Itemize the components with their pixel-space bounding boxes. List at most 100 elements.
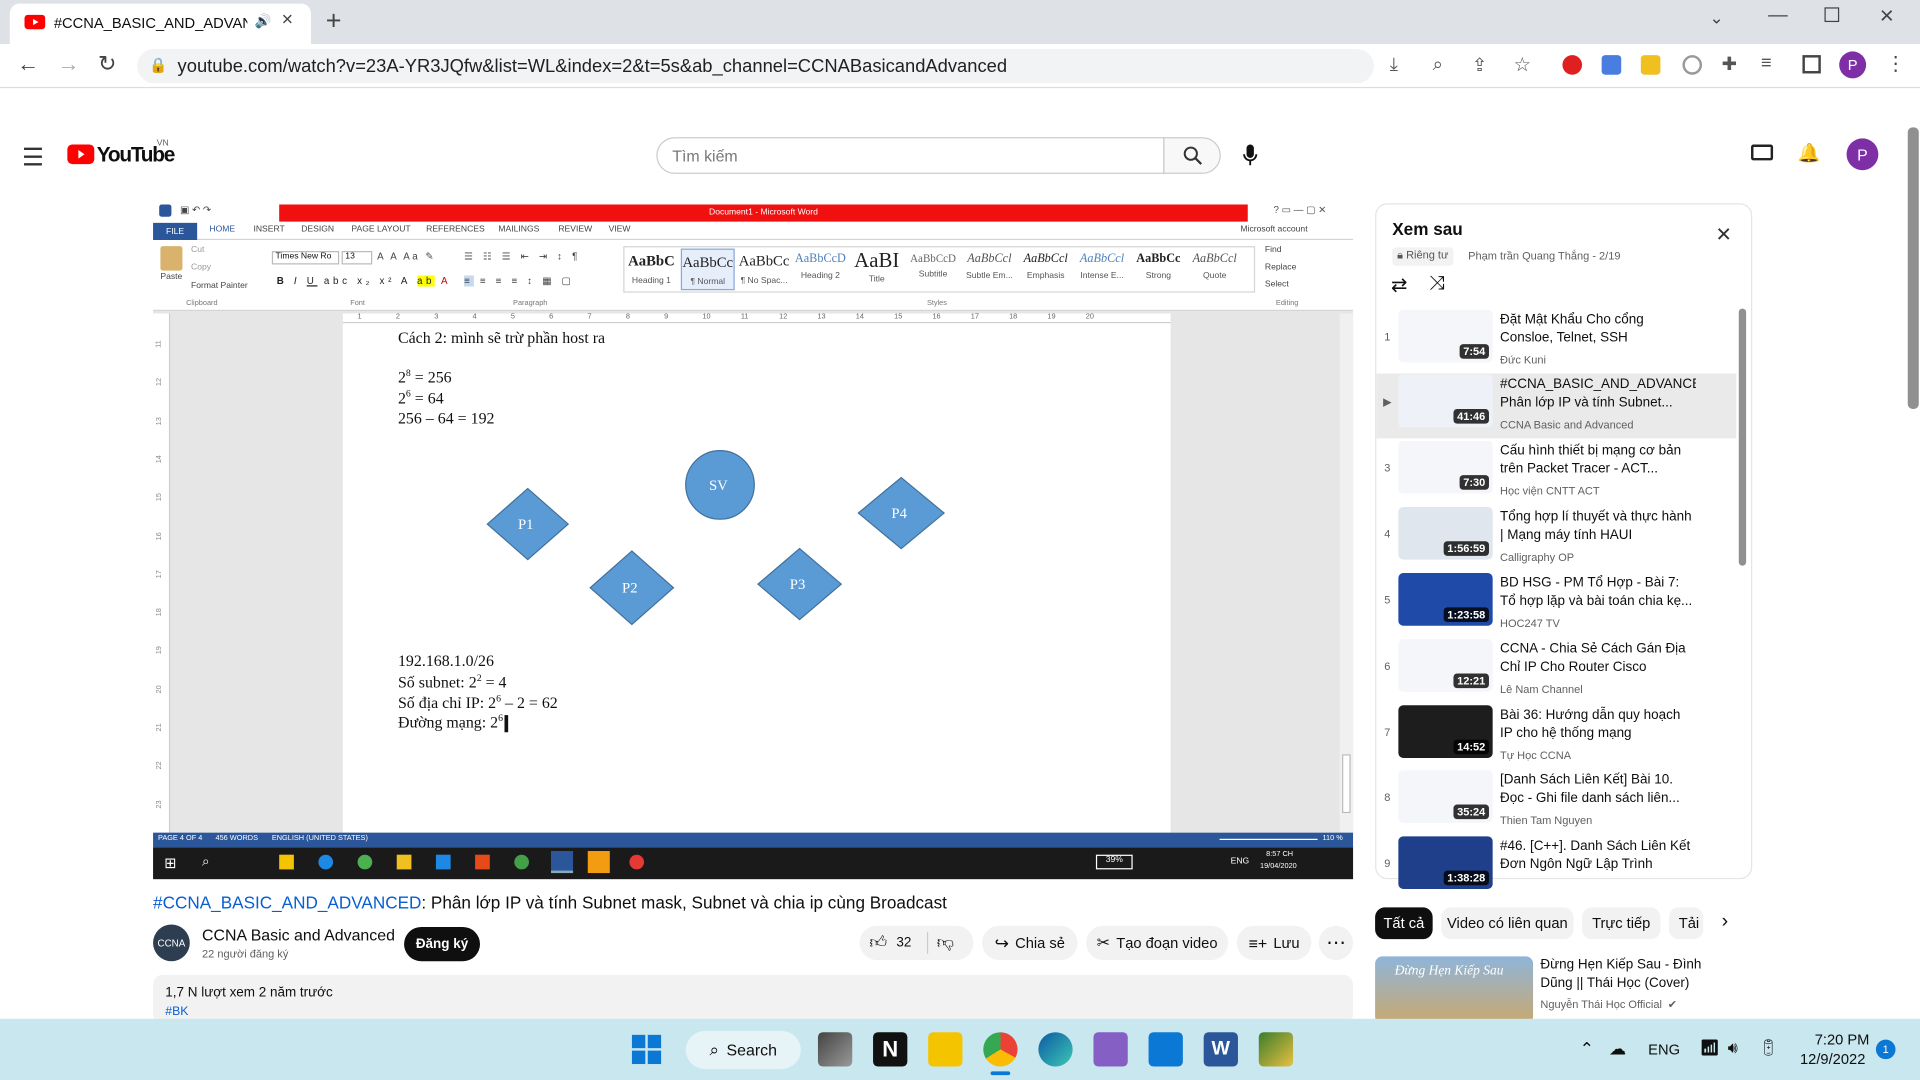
youtube-logo-icon[interactable] — [67, 144, 95, 165]
visual-studio-icon[interactable] — [1093, 1032, 1128, 1067]
playlist-item-title[interactable]: Bài 36: Hướng dẫn quy hoạch IP cho hệ th… — [1500, 707, 1696, 744]
browser-tab[interactable]: #CCNA_BASIC_AND_ADVANC 🔊 × — [9, 3, 312, 45]
taskbar-search[interactable]: ⌕ Search — [685, 1031, 801, 1069]
playlist-item-title[interactable]: [Danh Sách Liên Kết] Bài 10. Đọc - Ghi f… — [1500, 771, 1696, 808]
playlist-item-title[interactable]: #CCNA_BASIC_AND_ADVANCE Phân lớp IP và t… — [1500, 376, 1696, 413]
more-actions-icon[interactable]: ⋯ — [1318, 925, 1354, 961]
playlist-item-title[interactable]: Đặt Mật Khẩu Cho cổng Consloe, Telnet, S… — [1500, 311, 1696, 348]
playlist-item[interactable]: 8 35:24 [Danh Sách Liên Kết] Bài 10. Đọc -… — [1376, 769, 1751, 834]
playlist-item-channel[interactable]: Calligraphy OP — [1500, 551, 1574, 563]
extensions-puzzle-icon[interactable]: ✚ — [1722, 53, 1737, 75]
playlist-item-channel[interactable]: Đức Kuni — [1500, 354, 1546, 366]
page-scrollbar[interactable] — [1907, 127, 1919, 409]
speaker-icon[interactable]: 🔊 — [255, 13, 272, 30]
volume-icon[interactable]: 🔊︎ — [1728, 1038, 1738, 1058]
playlist-item-channel[interactable]: Học viện CNTT ACT — [1500, 485, 1600, 497]
tab-search-icon[interactable]: ⌄ — [1709, 7, 1723, 28]
account-avatar[interactable]: P — [1846, 138, 1879, 171]
forward-icon[interactable]: → — [58, 51, 80, 77]
side-panel-icon[interactable] — [1802, 55, 1821, 74]
browser-menu-icon[interactable]: ⋮ — [1886, 51, 1906, 75]
taskbar-date[interactable]: 12/9/2022 — [1800, 1051, 1865, 1068]
task-view-icon[interactable] — [817, 1032, 853, 1067]
window-close-button[interactable]: × — [1880, 2, 1894, 30]
playlist-item-thumbnail[interactable]: 1:23:58 — [1398, 573, 1493, 626]
tab-close-icon[interactable]: × — [282, 10, 293, 32]
playlist-item-thumbnail[interactable]: 14:52 — [1398, 705, 1493, 758]
subscribe-button[interactable]: Đăng ký — [404, 926, 481, 962]
create-video-icon[interactable] — [1751, 144, 1774, 161]
share-button[interactable]: ↪ Chia sẻ — [982, 925, 1078, 961]
clip-button[interactable]: ✂ Tạo đoạn video — [1086, 925, 1229, 961]
playlist-item-thumbnail[interactable]: 12:21 — [1398, 639, 1493, 692]
reload-icon[interactable]: ↻ — [98, 51, 116, 77]
chrome-icon[interactable] — [983, 1032, 1018, 1067]
pen-extension-icon[interactable] — [1640, 55, 1661, 75]
description-box[interactable]: 1,7 N lượt xem 2 năm trước #BK — [153, 974, 1354, 1024]
loop-icon[interactable]: ⇄ — [1391, 273, 1407, 297]
address-bar[interactable]: 🔒 youtube.com/watch?v=23A-YR3JQfw&list=W… — [137, 48, 1398, 84]
hamburger-menu-icon[interactable]: ☰ — [22, 142, 44, 173]
playlist-item-title[interactable]: Tổng hợp lí thuyết và thực hành | Mạng m… — [1500, 508, 1696, 545]
compass-extension-icon[interactable] — [1682, 55, 1703, 75]
notifications-bell-icon[interactable]: 🔔 — [1798, 142, 1821, 164]
tray-chevron-icon[interactable]: ⌃ — [1580, 1038, 1594, 1059]
playlist-item-thumbnail[interactable]: 7:54 — [1398, 309, 1493, 363]
chip-uploads[interactable]: Tải — [1668, 907, 1704, 940]
playlist-title[interactable]: Xem sau — [1392, 219, 1463, 239]
playlist-item[interactable]: 5 1:23:58 BD HSG - PM Tổ Hợp - Bài 7: Tổ h… — [1376, 572, 1751, 637]
related-title[interactable]: Đừng Hẹn Kiếp Sau - Đình Dũng || Thái Họ… — [1540, 956, 1736, 993]
file-explorer-icon[interactable] — [928, 1032, 963, 1067]
channel-avatar[interactable]: CCNA — [153, 924, 190, 962]
playlist-item-thumbnail[interactable]: 1:56:59 — [1398, 506, 1493, 560]
channel-name[interactable]: CCNA Basic and Advanced — [202, 926, 395, 944]
chip-all[interactable]: Tất cả — [1375, 907, 1433, 940]
bookmark-star-icon[interactable]: ☆ — [1513, 53, 1531, 77]
search-button[interactable] — [1163, 137, 1221, 174]
taskbar-lang[interactable]: ENG — [1648, 1041, 1680, 1058]
chip-related[interactable]: Video có liên quan — [1441, 907, 1574, 940]
playlist-item-title[interactable]: CCNA - Chia Sẻ Cách Gán Địa Chỉ IP Cho R… — [1500, 640, 1696, 677]
playlist-item[interactable]: 7 14:52 Bài 36: Hướng dẫn quy hoạch IP cho… — [1376, 704, 1751, 769]
like-icon[interactable]: 👍︎ — [869, 932, 887, 953]
battery-icon[interactable]: 🔋︎ — [1758, 1038, 1778, 1058]
playlist-item-thumbnail[interactable]: 7:30 — [1398, 440, 1493, 494]
save-button[interactable]: ≡+ Lưu — [1236, 925, 1312, 961]
chips-next-icon[interactable]: › — [1722, 911, 1729, 933]
playlist-item[interactable]: 6 12:21 CCNA - Chia Sẻ Cách Gán Địa Chỉ IP… — [1376, 638, 1751, 703]
taskbar-time[interactable]: 7:20 PM — [1815, 1031, 1870, 1048]
share-page-icon[interactable]: ⇪ — [1472, 54, 1487, 76]
minimize-button[interactable]: — — [1768, 5, 1788, 27]
notification-badge[interactable]: 1 — [1875, 1039, 1896, 1060]
playlist-item[interactable]: 9 1:38:28 #46. [C++]. Danh Sách Liên Kết Đ… — [1376, 835, 1751, 900]
video-title-hashtag[interactable]: #CCNA_BASIC_AND_ADVANCED — [153, 893, 421, 913]
browser-profile-avatar[interactable]: P — [1839, 51, 1867, 79]
playlist-item-channel[interactable]: Thien Tam Nguyen — [1500, 814, 1592, 826]
playlist-close-icon[interactable]: ✕ — [1716, 226, 1732, 247]
word-taskbar-icon[interactable]: W — [1203, 1032, 1238, 1067]
install-icon[interactable]: ⤓ — [1390, 54, 1398, 75]
camtasia-icon[interactable] — [1258, 1032, 1294, 1067]
back-icon[interactable]: ← — [17, 51, 39, 77]
playlist-item-thumbnail[interactable]: 41:46 — [1398, 374, 1493, 428]
playlist-item[interactable]: ▶ 41:46 #CCNA_BASIC_AND_ADVANCE Phân lớp I… — [1376, 373, 1751, 438]
zoom-icon[interactable]: ⌕ — [1433, 54, 1443, 75]
reading-list-icon[interactable]: ≡ — [1761, 53, 1772, 74]
related-thumbnail[interactable]: Đừng Hẹn Kiếp Sau — [1375, 956, 1534, 1024]
url-text[interactable]: youtube.com/watch?v=23A-YR3JQfw&list=WL&… — [178, 56, 1008, 77]
maximize-button[interactable] — [1824, 7, 1840, 23]
playlist-item-title[interactable]: BD HSG - PM Tổ Hợp - Bài 7: Tổ hợp lặp v… — [1500, 574, 1696, 611]
vscode-icon[interactable] — [1148, 1032, 1183, 1067]
playlist-item[interactable]: 3 7:30 Cấu hình thiết bị mạng cơ bản trên … — [1376, 440, 1751, 505]
start-button[interactable] — [631, 1034, 662, 1065]
playlist-item-thumbnail[interactable]: 35:24 — [1398, 770, 1493, 823]
playlist-item[interactable]: 4 1:56:59 Tổng hợp lí thuyết và thực hành … — [1376, 506, 1751, 571]
dislike-icon[interactable]: 👎︎ — [937, 932, 954, 953]
new-tab-button[interactable]: + — [326, 5, 342, 37]
related-channel[interactable]: Nguyễn Thái Học Official — [1540, 998, 1661, 1010]
playlist-item[interactable]: 1 7:54 Đặt Mật Khẩu Cho cổng Consloe, Teln… — [1376, 309, 1751, 374]
playlist-item-channel[interactable]: Tự Học CCNA — [1500, 749, 1571, 761]
playlist-item-channel[interactable]: HOC247 TV — [1500, 617, 1560, 629]
translate-extension-icon[interactable] — [1601, 55, 1622, 75]
onedrive-icon[interactable]: ☁ — [1609, 1038, 1626, 1059]
